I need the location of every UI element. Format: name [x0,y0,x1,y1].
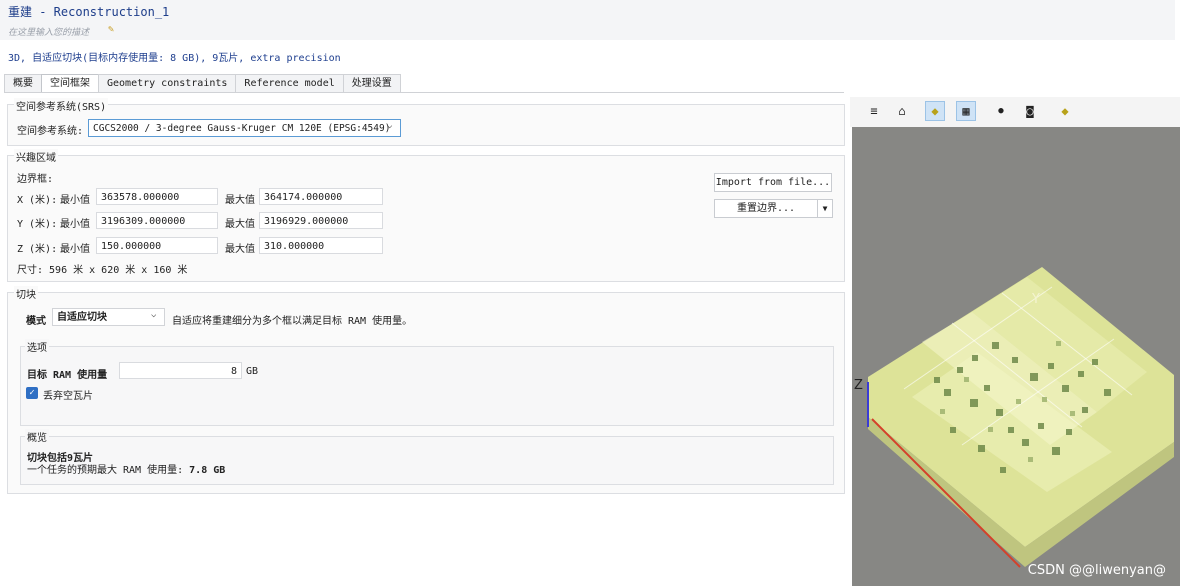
x-axis-label: X (米): [17,195,58,206]
options-group-title: 选项 [25,339,49,354]
tab-geometry-constraints[interactable]: Geometry constraints [98,74,237,92]
tab-reference-model[interactable]: Reference model [235,74,344,92]
title-bar [0,0,1175,40]
overview-group-title: 概览 [25,429,49,444]
srs-select-value: CGCS2000 / 3-degree Gauss-Kruger CM 120E… [93,123,391,134]
box-icon[interactable]: ◆ [1055,101,1075,121]
tab-spatial-framework[interactable]: 空间框架 [41,74,99,93]
y-min-label: 最小值 [60,219,90,230]
x-min-input[interactable]: 363578.000000 [96,188,218,205]
discard-empty-tiles-checkbox[interactable]: ✓ [26,387,38,399]
overview-ram-label: 一个任务的预期最大 RAM 使用量: [27,465,184,476]
tab-divider [4,92,844,93]
z-min-label: 最小值 [60,244,90,255]
roi-group-title: 兴趣区域 [14,149,58,164]
pencil-icon[interactable]: ✎ [108,24,114,35]
import-from-file-button[interactable]: Import from file... [714,173,832,192]
home-icon[interactable]: ⌂ [892,101,912,121]
3d-viewer[interactable]: Y Z [852,127,1180,586]
reconstruction-box-render: Y Z [854,267,1174,568]
ram-unit: GB [246,366,259,377]
tab-general[interactable]: 概要 [4,74,42,92]
tiling-group-title: 切块 [14,286,38,301]
overview-ram-value: 7.8 GB [189,465,226,476]
discard-empty-tiles-label: 丢弃空瓦片 [43,391,93,402]
viewer-axis-z: Z [854,378,863,393]
ram-input[interactable]: 8 [119,362,242,379]
z-max-label: 最大值 [225,244,255,255]
description-field[interactable]: 在这里输入您的描述 [8,25,89,38]
viewer-toolbar: ≡ ⌂ ◆ ▦ ● ◙ ◆ [850,97,1180,127]
srs-select[interactable]: CGCS2000 / 3-degree Gauss-Kruger CM 120E… [88,119,401,137]
camera-icon[interactable]: ◙ [1020,101,1040,121]
reset-bounds-button[interactable]: 重置边界... [714,199,818,218]
caret-down-icon: ▼ [822,204,828,213]
check-icon: ✓ [29,388,35,398]
mode-select[interactable]: 自适应切块 [52,308,165,326]
x-min-label: 最小值 [60,195,90,206]
z-axis-label: Z (米): [17,244,58,255]
x-max-input[interactable]: 364174.000000 [259,188,383,205]
mode-description: 自适应将重建细分为多个框以满足目标 RAM 使用量。 [172,316,413,327]
reset-bounds-dropdown[interactable]: ▼ [817,199,833,218]
mode-select-value: 自适应切块 [57,312,107,323]
tab-processing-settings[interactable]: 处理设置 [342,74,401,92]
overview-ram: 一个任务的预期最大 RAM 使用量: 7.8 GB [27,461,225,476]
srs-label: 空间参考系统: [17,126,84,137]
eye-icon[interactable]: ● [991,101,1011,121]
tab-bar: 概要 空间框架 Geometry constraints Reference m… [4,74,401,93]
y-axis-label: Y (米): [17,219,58,230]
window-title: 重建 - Reconstruction_1 [8,5,170,19]
y-min-input[interactable]: 3196309.000000 [96,212,218,229]
bbox-label: 边界框: [17,174,54,185]
y-max-label: 最大值 [225,219,255,230]
layers-icon[interactable]: ≡ [864,101,884,121]
viewer-axis-y: Y [1031,292,1040,307]
y-max-input[interactable]: 3196929.000000 [259,212,383,229]
options-group [20,346,834,426]
z-max-input[interactable]: 310.000000 [259,237,383,254]
x-max-label: 最大值 [225,195,255,206]
srs-group-title: 空间参考系统(SRS) [14,98,109,113]
chevron-down-icon[interactable]: ⌵ [151,310,156,320]
chevron-down-icon[interactable]: ⌵ [387,121,392,131]
grid-icon[interactable]: ▦ [956,101,976,121]
mode-label: 模式 [26,316,46,327]
cube-icon[interactable]: ◆ [925,101,945,121]
z-min-input[interactable]: 150.000000 [96,237,218,254]
watermark: CSDN @@liwenyan@ [1027,563,1166,578]
roi-size: 尺寸: 596 米 x 620 米 x 160 米 [17,265,188,276]
reconstruction-summary: 3D, 自适应切块(目标内存使用量: 8 GB), 9瓦片, extra pre… [8,53,341,64]
ram-label: 目标 RAM 使用量 [27,370,108,381]
